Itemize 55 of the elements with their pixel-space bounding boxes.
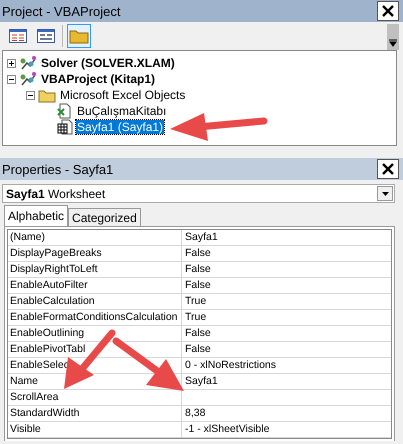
window-title: Properties - Sayfa1 (2, 162, 114, 176)
close-icon (381, 162, 395, 176)
folder-icon (69, 28, 89, 44)
close-button[interactable] (377, 1, 399, 21)
tab[interactable]: Categorized (68, 208, 141, 226)
tree-item[interactable]: Solver (SOLVER.XLAM) (40, 56, 176, 70)
property-name[interactable]: Name (10, 375, 38, 387)
list-icon (9, 29, 27, 43)
property-name[interactable]: DisplayRightToLeft (10, 263, 98, 275)
property-name[interactable]: EnableCalculation (10, 295, 95, 307)
tree-item[interactable]: Microsoft Excel Objects (59, 88, 186, 102)
workbook-icon (57, 103, 73, 119)
property-name[interactable]: EnableOutlining (10, 327, 84, 339)
caret-icon (382, 192, 388, 196)
expander-icon[interactable] (26, 90, 35, 100)
toolbar-overflow[interactable] (387, 24, 399, 50)
tree-item[interactable]: Sayfa1 (Sayfa1) (76, 120, 164, 134)
property-value[interactable]: 8,38 (185, 407, 206, 419)
property-name[interactable]: EnableAutoFilter (10, 279, 88, 291)
expander-icon[interactable] (7, 74, 16, 84)
property-name[interactable]: Visible (10, 423, 41, 435)
property-name[interactable]: EnablePivotTabl (10, 343, 86, 355)
tab[interactable]: Alphabetic (4, 205, 68, 226)
close-button[interactable] (377, 159, 399, 179)
property-value[interactable]: False (185, 263, 211, 275)
property-value[interactable]: True (185, 295, 206, 307)
dropdown-button[interactable] (377, 186, 393, 201)
property-name[interactable]: DisplayPageBreaks (10, 247, 102, 259)
toggle-folders-button[interactable] (67, 24, 91, 48)
worksheet-icon (57, 119, 73, 135)
close-icon (381, 4, 395, 18)
object-dropdown[interactable]: Sayfa1 Worksheet (2, 184, 395, 203)
property-value[interactable]: Sayfa1 (185, 375, 218, 387)
tree-item[interactable]: BuÇalışmaKitabı (76, 104, 168, 118)
project-icon (19, 71, 37, 87)
property-value[interactable]: True (185, 311, 206, 323)
property-value[interactable]: False (185, 343, 211, 355)
property-value[interactable]: Sayfa1 (185, 231, 218, 243)
property-value[interactable]: False (185, 327, 211, 339)
property-value[interactable]: -1 - xlSheetVisible (185, 423, 270, 435)
expander-icon[interactable] (7, 58, 16, 68)
tree-item[interactable]: VBAProject (Kitap1) (40, 72, 156, 86)
folder-icon (38, 88, 56, 102)
property-value[interactable]: False (185, 279, 211, 291)
property-name[interactable]: ScrollArea (10, 391, 58, 403)
project-icon (19, 55, 37, 71)
property-value[interactable]: 0 - xlNoRestrictions (185, 359, 276, 371)
property-name[interactable]: StandardWidth (10, 407, 80, 419)
property-name[interactable]: EnableSelec (10, 359, 69, 371)
property-value[interactable]: False (185, 247, 211, 259)
property-name[interactable]: EnableFormatConditionsCalculation (10, 311, 178, 323)
window-title: Project - VBAProject (2, 4, 120, 18)
form-icon (37, 29, 55, 43)
property-name[interactable]: (Name) (10, 231, 46, 243)
caret-icon (389, 39, 397, 47)
